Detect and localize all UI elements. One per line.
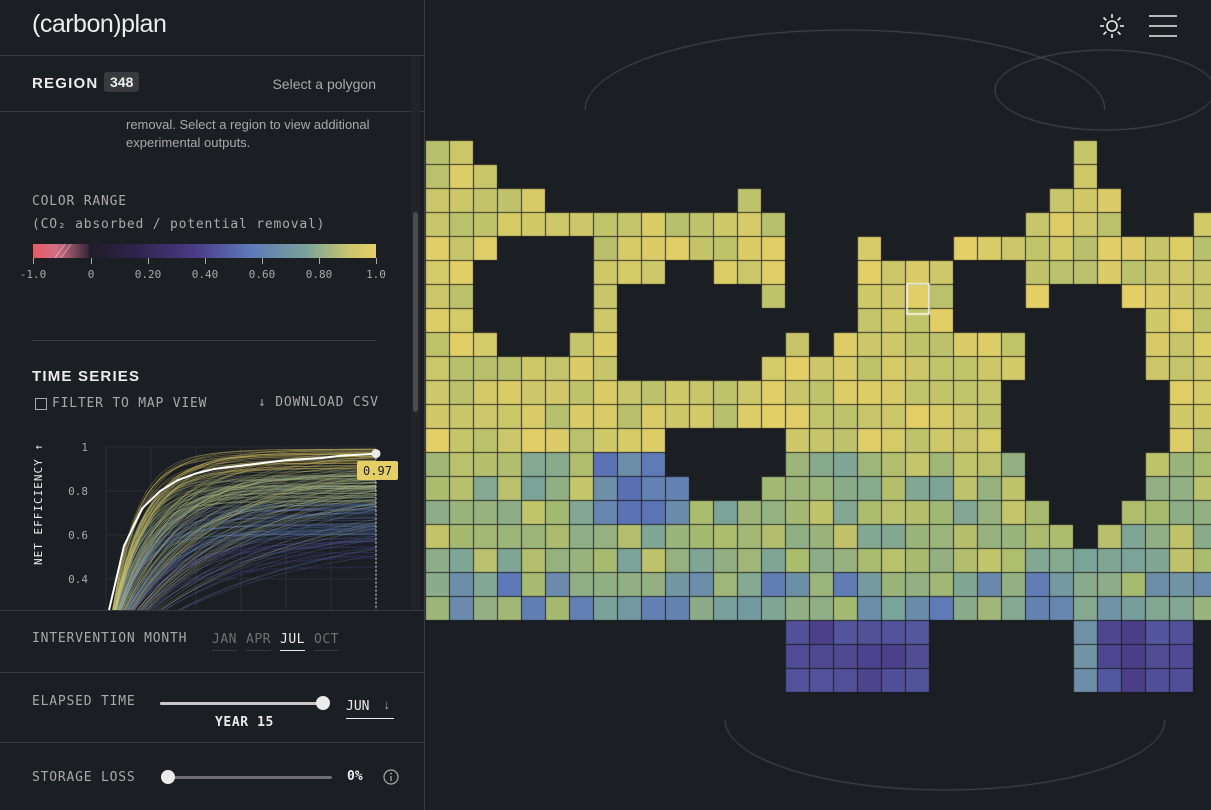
divider	[32, 340, 376, 341]
colorbar-tick-label: 0.40	[191, 268, 219, 281]
month-option-apr[interactable]: APR	[246, 632, 271, 651]
month-option-oct[interactable]: OCT	[314, 632, 339, 651]
divider	[0, 742, 424, 743]
color-range-subtitle: (CO₂ absorbed / potential removal)	[32, 217, 326, 232]
colorbar-tick-label: 0.20	[134, 268, 162, 281]
storage-loss-knob[interactable]	[161, 770, 175, 784]
colorbar	[33, 244, 376, 258]
chevron-down-icon: ↓	[383, 697, 391, 712]
elapsed-month-select[interactable]: JUN ↓	[346, 697, 394, 719]
sun-icon[interactable]	[1099, 13, 1125, 44]
colorbar-tick-label: 0	[87, 268, 95, 281]
sidebar: (carbon)plan REGION 348 Select a polygon…	[0, 0, 425, 810]
elapsed-time-fill	[160, 702, 323, 705]
time-series-svg: 1 0.8 0.6 0.4 NET EFFICIENCY ↑ 0.97	[32, 441, 398, 610]
region-title: REGION	[32, 75, 99, 92]
time-series-chart[interactable]: 1 0.8 0.6 0.4 NET EFFICIENCY ↑ 0.97	[0, 430, 424, 610]
divider	[0, 672, 424, 673]
y-axis-label: NET EFFICIENCY ↑	[32, 443, 45, 565]
colorbar-tick	[205, 258, 206, 264]
download-csv-button[interactable]: ↓ DOWNLOAD CSV	[258, 395, 379, 410]
y-tick-label: 1	[81, 441, 88, 454]
elapsed-time-label: ELAPSED TIME	[32, 694, 136, 709]
colorbar-tick	[33, 258, 34, 264]
hamburger-icon[interactable]	[1149, 14, 1177, 43]
filter-checkbox[interactable]	[35, 398, 47, 410]
colorbar-tick-label: -1.0	[19, 268, 47, 281]
time-series-title: TIME SERIES	[32, 368, 141, 385]
colorbar-tick	[91, 258, 92, 264]
filter-label[interactable]: FILTER TO MAP VIEW	[52, 396, 207, 411]
colorbar-tick	[376, 258, 377, 264]
elapsed-time-knob[interactable]	[316, 696, 330, 710]
logo[interactable]: (carbon)plan	[32, 10, 167, 39]
elapsed-year-label: YEAR 15	[215, 715, 274, 730]
storage-loss-value: 0%	[347, 769, 363, 784]
region-count-badge: 348	[104, 72, 140, 92]
y-tick-label: 0.6	[68, 529, 88, 542]
map-view[interactable]	[425, 0, 1211, 810]
info-icon[interactable]	[383, 769, 399, 790]
colorbar-tick	[262, 258, 263, 264]
value-badge-text: 0.97	[363, 464, 392, 478]
elapsed-month-value: JUN	[346, 699, 370, 714]
intervention-month-label: INTERVENTION MONTH	[32, 631, 188, 646]
divider	[0, 55, 424, 56]
description-text: removal. Select a region to view additio…	[126, 117, 370, 150]
colorbar-tick	[148, 258, 149, 264]
storage-loss-label: STORAGE LOSS	[32, 770, 136, 785]
divider	[0, 610, 424, 611]
scrollbar-thumb[interactable]	[413, 212, 418, 412]
colorbar-tick	[319, 258, 320, 264]
region-hint: Select a polygon	[272, 76, 376, 92]
y-tick-label: 0.4	[68, 573, 88, 586]
y-tick-label: 0.8	[68, 485, 88, 498]
month-option-jan[interactable]: JAN	[212, 632, 237, 651]
colorbar-tick-label: 0.60	[248, 268, 276, 281]
storage-loss-track[interactable]	[168, 776, 332, 779]
divider	[0, 111, 424, 112]
color-range-title: COLOR RANGE	[32, 194, 127, 209]
selected-point	[371, 449, 381, 459]
colorbar-tick-label: 1.0	[366, 268, 386, 281]
colorbar-tick-label: 0.80	[305, 268, 333, 281]
ocean-region-map[interactable]	[425, 0, 1211, 810]
month-option-jul[interactable]: JUL	[280, 632, 305, 651]
colorbar-hatch	[54, 244, 72, 258]
